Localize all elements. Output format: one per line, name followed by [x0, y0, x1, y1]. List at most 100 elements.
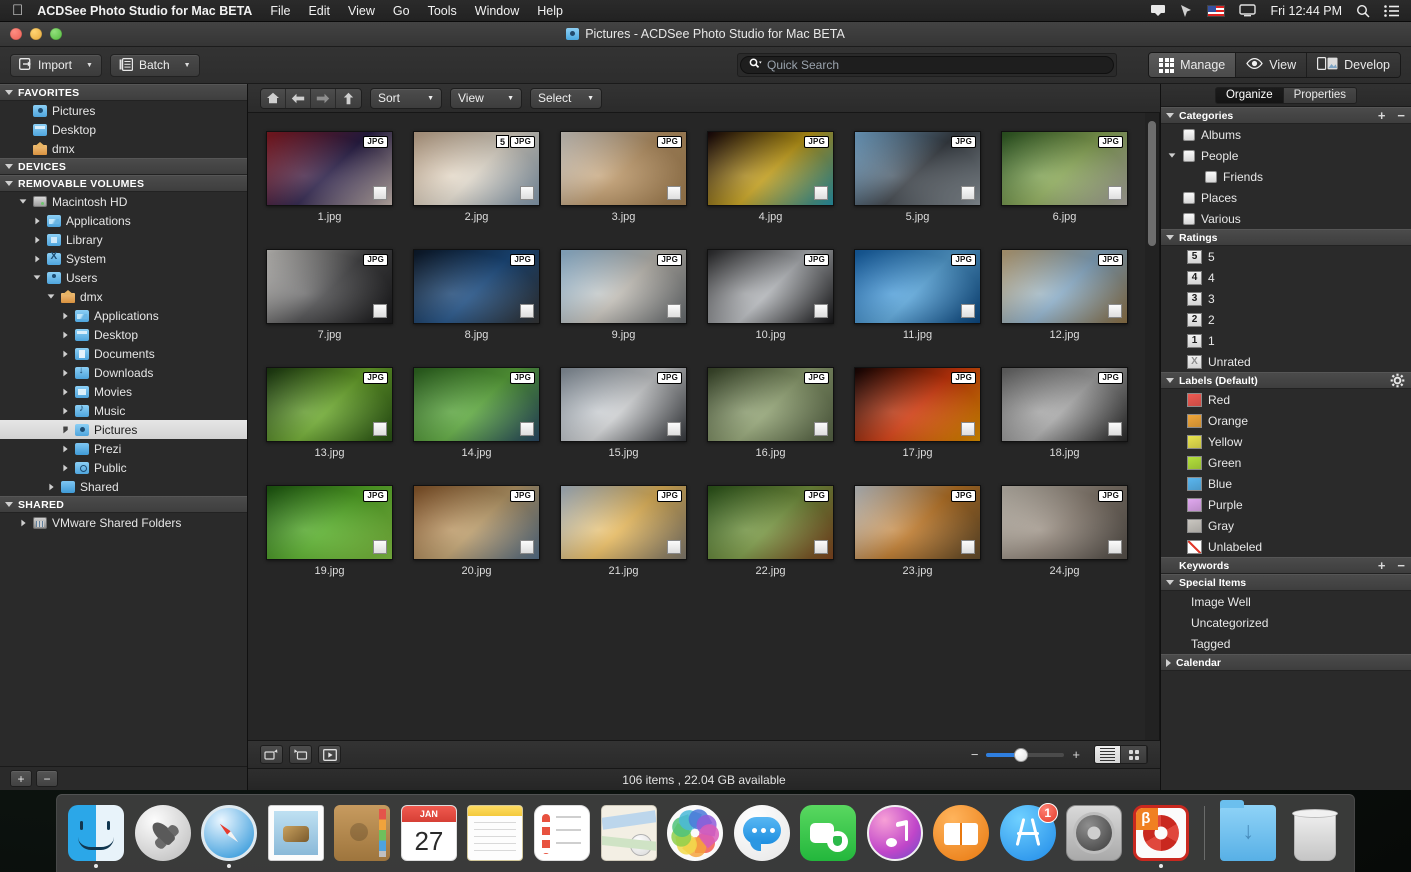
thumbnail-cell[interactable]: JPG19.jpg [256, 485, 403, 577]
thumbnail-checkbox[interactable] [961, 540, 975, 554]
thumbnail-image[interactable]: JPG [1001, 249, 1128, 324]
thumbnail-checkbox[interactable] [1108, 422, 1122, 436]
dock-item-reminders[interactable] [533, 798, 592, 868]
reminders-icon[interactable] [534, 805, 590, 861]
thumbnail-checkbox[interactable] [373, 540, 387, 554]
sidebar-item-desktop[interactable]: Desktop [0, 325, 247, 344]
thumbnail-image[interactable]: JPG [854, 485, 981, 560]
thumbnail-cell[interactable]: JPG16.jpg [697, 367, 844, 459]
chevron-right-icon[interactable] [1166, 659, 1171, 667]
rating-row[interactable]: XUnrated [1161, 351, 1411, 372]
zoom-out-button[interactable]: − [971, 747, 979, 762]
sidebar-item-applications[interactable]: Applications [0, 211, 247, 230]
thumbnail-cell[interactable]: JPG11.jpg [844, 249, 991, 341]
select-dropdown[interactable]: Select ▼ [530, 88, 602, 109]
chevron-down-icon[interactable] [18, 199, 28, 204]
sidebar-remove-button[interactable]: − [36, 770, 58, 787]
chevron-down-icon[interactable] [5, 90, 13, 95]
dock-item-contacts[interactable] [333, 798, 392, 868]
ibooks-icon[interactable] [933, 805, 989, 861]
sidebar-add-button[interactable]: + [10, 770, 32, 787]
label-row[interactable]: Yellow [1161, 431, 1411, 452]
chevron-right-icon[interactable] [60, 331, 70, 339]
thumbnail-checkbox[interactable] [520, 540, 534, 554]
label-row[interactable]: Purple [1161, 494, 1411, 515]
thumbnail-checkbox[interactable] [961, 186, 975, 200]
slideshow-icon[interactable] [318, 745, 341, 764]
back-icon[interactable] [286, 89, 311, 108]
thumbnail-checkbox[interactable] [373, 186, 387, 200]
chevron-down-icon[interactable] [1166, 378, 1174, 383]
sidebar-item-desktop[interactable]: Desktop [0, 120, 247, 139]
finder-icon[interactable] [68, 805, 124, 861]
rating-row[interactable]: 11 [1161, 330, 1411, 351]
rating-row[interactable]: 44 [1161, 267, 1411, 288]
special-item-row[interactable]: Uncategorized [1161, 612, 1411, 633]
sidebar-item-pictures[interactable]: Pictures [0, 420, 247, 439]
thumbnail-cell[interactable]: JPG12.jpg [991, 249, 1138, 341]
thumbnail-cell[interactable]: JPG4.jpg [697, 131, 844, 223]
thumbnail-image[interactable]: JPG [854, 131, 981, 206]
app-store-icon[interactable]: 1 [1000, 805, 1056, 861]
thumbnail-image[interactable]: JPG [266, 249, 393, 324]
chevron-down-icon[interactable] [1166, 235, 1174, 240]
thumbnail-checkbox[interactable] [1108, 540, 1122, 554]
label-row[interactable]: Unlabeled [1161, 536, 1411, 557]
category-checkbox[interactable] [1205, 171, 1217, 183]
thumbnail-cell[interactable]: JPG14.jpg [403, 367, 550, 459]
thumbnail-image[interactable]: JPG [707, 131, 834, 206]
thumbnail-checkbox[interactable] [961, 304, 975, 318]
category-row[interactable]: People [1161, 145, 1411, 166]
chevron-right-icon[interactable] [60, 350, 70, 358]
sidebar-item-vmware-shared-folders[interactable]: VMware Shared Folders [0, 513, 247, 532]
photos-icon[interactable] [667, 805, 723, 861]
display-icon[interactable] [1239, 4, 1256, 18]
thumbnail-checkbox[interactable] [1108, 304, 1122, 318]
close-button[interactable] [10, 28, 22, 40]
thumbnail-cell[interactable]: JPG23.jpg [844, 485, 991, 577]
mail-icon[interactable] [268, 805, 324, 861]
thumbnail-cell[interactable]: JPG20.jpg [403, 485, 550, 577]
sidebar-item-music[interactable]: Music [0, 401, 247, 420]
sidebar-item-library[interactable]: Library [0, 230, 247, 249]
thumbnail-image[interactable]: JPG [413, 249, 540, 324]
chevron-right-icon[interactable] [32, 255, 42, 263]
dock-item-facetime[interactable] [799, 798, 858, 868]
import-button[interactable]: Import ▼ [10, 54, 102, 77]
menu-go[interactable]: Go [393, 4, 410, 18]
thumbnail-checkbox[interactable] [961, 422, 975, 436]
rating-row[interactable]: 55 [1161, 246, 1411, 267]
launchpad-icon[interactable] [135, 805, 191, 861]
grid-view-icon[interactable] [1121, 746, 1147, 763]
thumbnail-image[interactable]: JPG [707, 249, 834, 324]
chevron-right-icon[interactable] [60, 407, 70, 415]
sidebar-item-public[interactable]: Public [0, 458, 247, 477]
thumbnail-checkbox[interactable] [667, 186, 681, 200]
thumbnail-image[interactable]: JPG [413, 485, 540, 560]
sidebar-tree[interactable]: FAVORITESPicturesDesktopdmxDEVICESREMOVA… [0, 84, 247, 766]
chevron-down-icon[interactable] [32, 275, 42, 280]
thumbnail-cell[interactable]: JPG24.jpg [991, 485, 1138, 577]
label-row[interactable]: Gray [1161, 515, 1411, 536]
thumbnail-cell[interactable]: JPG18.jpg [991, 367, 1138, 459]
chevron-right-icon[interactable] [60, 388, 70, 396]
thumbnail-cell[interactable]: 5JPG2.jpg [403, 131, 550, 223]
sidebar-item-system[interactable]: System [0, 249, 247, 268]
special-items-section-header[interactable]: Special Items [1161, 574, 1411, 591]
chevron-down-icon[interactable] [5, 164, 13, 169]
maps-icon[interactable]: 3D [601, 805, 657, 861]
chevron-down-icon[interactable] [1166, 580, 1174, 585]
remove-category-button[interactable]: − [1397, 109, 1405, 122]
label-row[interactable]: Red [1161, 389, 1411, 410]
trash-icon[interactable] [1294, 811, 1336, 861]
chevron-down-icon[interactable] [5, 181, 13, 186]
sidebar-item-movies[interactable]: Movies [0, 382, 247, 401]
rotate-right-icon[interactable] [289, 745, 312, 764]
chevron-right-icon[interactable] [60, 445, 70, 453]
rotate-left-icon[interactable] [260, 745, 283, 764]
category-row[interactable]: Various [1161, 208, 1411, 229]
list-view-icon[interactable] [1095, 746, 1121, 763]
calendar-section-header[interactable]: Calendar [1161, 654, 1411, 671]
safari-icon[interactable] [201, 805, 257, 861]
dock-item-photos[interactable] [666, 798, 725, 868]
